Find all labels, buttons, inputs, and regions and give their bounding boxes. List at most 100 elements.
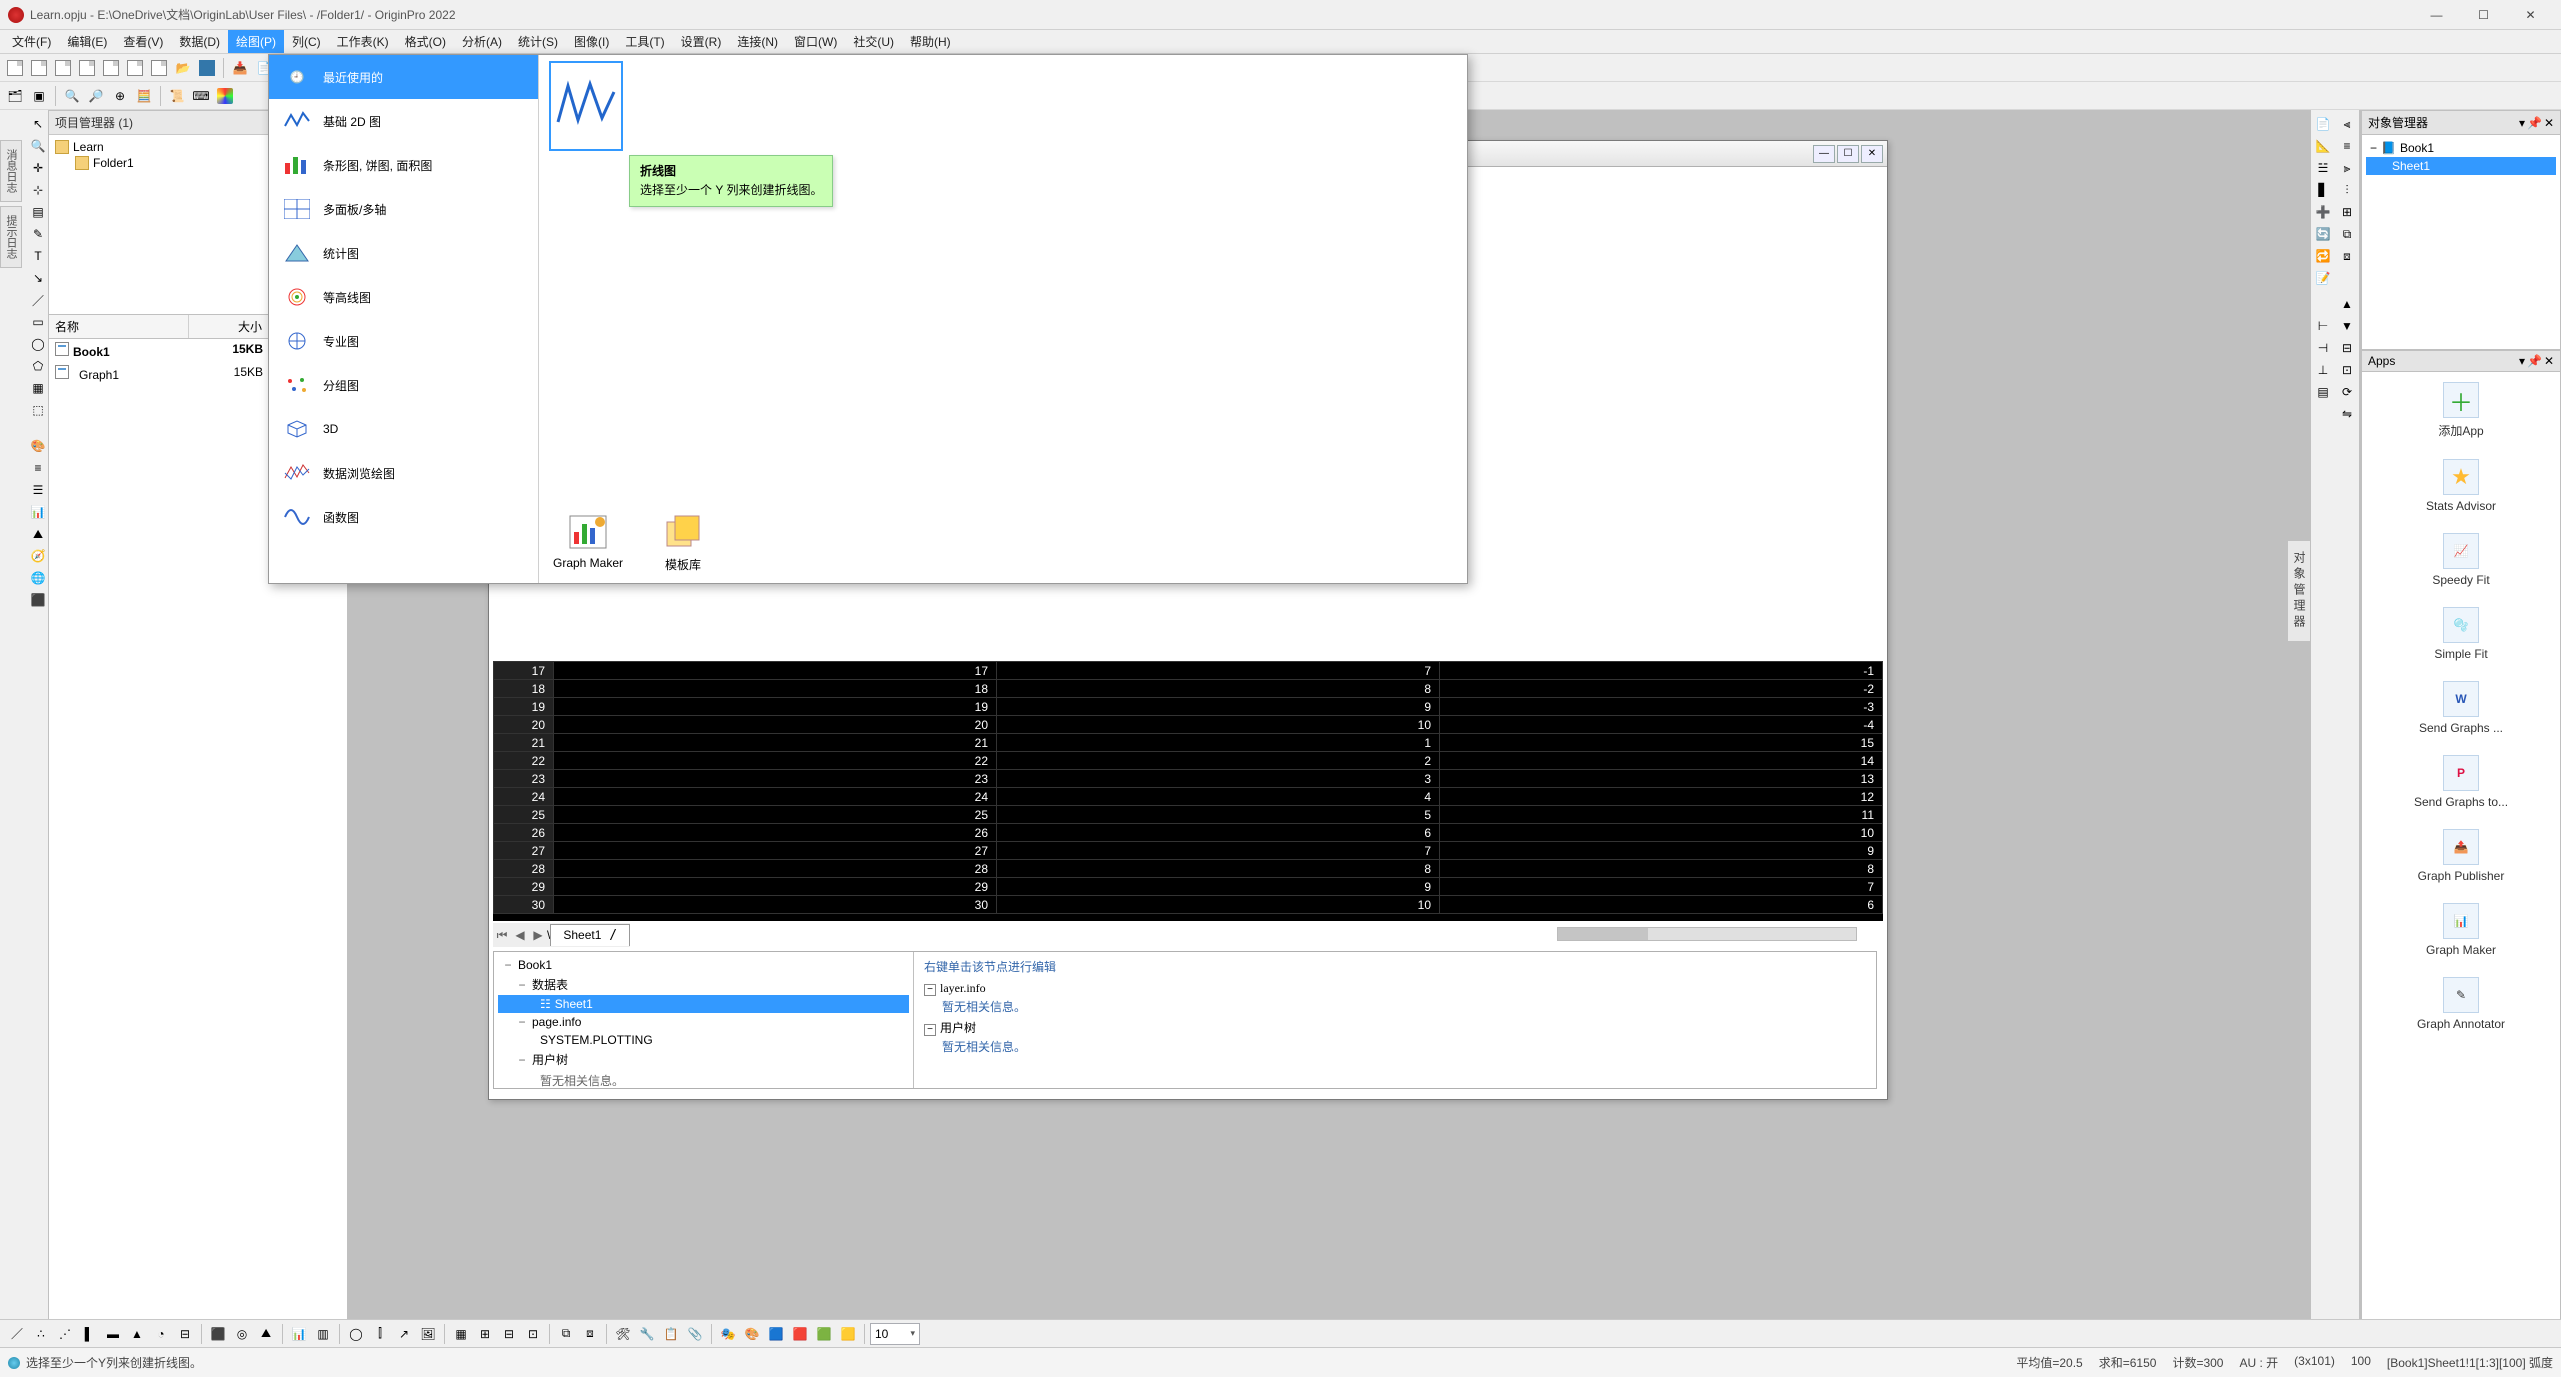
- menu-edit[interactable]: 编辑(E): [59, 30, 115, 53]
- template1-button[interactable]: ▦: [450, 1323, 472, 1345]
- tab-nav-prev[interactable]: ◀: [511, 928, 529, 942]
- zoom-out-button[interactable]: 🔎: [85, 85, 107, 107]
- image-button[interactable]: 🖼: [417, 1323, 439, 1345]
- mask4-button[interactable]: 🟥: [789, 1323, 811, 1345]
- tab-nav-next[interactable]: ▶: [529, 928, 547, 942]
- app-graph-publisher[interactable]: 📤Graph Publisher: [2418, 829, 2505, 883]
- box-plot-button[interactable]: ⊟: [174, 1323, 196, 1345]
- graph-maker-button[interactable]: Graph Maker: [553, 514, 623, 573]
- sub-button[interactable]: ▣: [28, 85, 50, 107]
- axis2-button[interactable]: ⊣: [2313, 338, 2333, 358]
- back-button[interactable]: ▼: [2337, 316, 2357, 336]
- zoom-tool[interactable]: 🔍: [28, 136, 48, 156]
- cell[interactable]: 19: [494, 698, 554, 716]
- cell[interactable]: 4: [997, 788, 1440, 806]
- cell[interactable]: 14: [1440, 752, 1883, 770]
- menu-window[interactable]: 窗口(W): [786, 30, 845, 53]
- 3d-button[interactable]: ⬛: [207, 1323, 229, 1345]
- stat-bar-button[interactable]: 📊: [288, 1323, 310, 1345]
- new-layer-button[interactable]: 📄: [2313, 114, 2333, 134]
- cell[interactable]: 23: [554, 770, 997, 788]
- results-log-tab[interactable]: 提示日志: [0, 206, 22, 268]
- panel-close-icon[interactable]: ✕: [2544, 116, 2554, 130]
- child-minimize-button[interactable]: —: [1813, 145, 1835, 163]
- child-maximize-button[interactable]: ☐: [1837, 145, 1859, 163]
- menu-view[interactable]: 查看(V): [115, 30, 171, 53]
- template3-button[interactable]: ⊟: [498, 1323, 520, 1345]
- rect-tool[interactable]: ▭: [28, 312, 48, 332]
- object-manager-tab[interactable]: 对象管理器: [2287, 540, 2311, 642]
- menu-connect[interactable]: 连接(N): [729, 30, 786, 53]
- plot-cat-grouped[interactable]: 分组图: [269, 363, 538, 407]
- menu-data[interactable]: 数据(D): [171, 30, 228, 53]
- data-reader-button[interactable]: ⊕: [109, 85, 131, 107]
- menu-format[interactable]: 格式(O): [397, 30, 454, 53]
- obj-book1[interactable]: −📘 Book1: [2366, 139, 2556, 157]
- cell[interactable]: 17: [494, 662, 554, 680]
- polygon-tool[interactable]: ⬠: [28, 356, 48, 376]
- cell[interactable]: 20: [554, 716, 997, 734]
- cell[interactable]: 7: [997, 662, 1440, 680]
- panel-dropdown-icon[interactable]: ▾: [2519, 116, 2525, 130]
- line-tool[interactable]: ／: [28, 290, 48, 310]
- app-graph-annotator[interactable]: ✎Graph Annotator: [2417, 977, 2505, 1031]
- new-notes-button[interactable]: [124, 57, 146, 79]
- layer-tool[interactable]: 📊: [28, 502, 48, 522]
- circle-tool[interactable]: ◯: [28, 334, 48, 354]
- zoom-in-button[interactable]: 🔍: [61, 85, 83, 107]
- panel-pin-icon[interactable]: 📌: [2527, 354, 2542, 368]
- new-matrix-button[interactable]: [76, 57, 98, 79]
- rotate-button[interactable]: ⟳: [2337, 382, 2357, 402]
- cell[interactable]: 15: [1440, 734, 1883, 752]
- cell[interactable]: 27: [554, 842, 997, 860]
- app-send-word[interactable]: WSend Graphs ...: [2419, 681, 2503, 735]
- cell[interactable]: 10: [997, 716, 1440, 734]
- hscrollbar[interactable]: [1557, 927, 1857, 941]
- menu-tools[interactable]: 工具(T): [617, 30, 672, 53]
- linescatter-button[interactable]: ⋰: [54, 1323, 76, 1345]
- app-send-ppt[interactable]: PSend Graphs to...: [2414, 755, 2508, 809]
- stock-button[interactable]: ⫿: [369, 1323, 391, 1345]
- plot-cat-basic2d[interactable]: 基础 2D 图: [269, 99, 538, 143]
- calc-button[interactable]: 🧮: [133, 85, 155, 107]
- flip-button[interactable]: ⇋: [2337, 404, 2357, 424]
- recalc-button[interactable]: 🔁: [2313, 246, 2333, 266]
- plot-menu[interactable]: 🕘 最近使用的 基础 2D 图 条形图, 饼图, 面积图 多面板/多轴 统计图 …: [268, 54, 1468, 584]
- mask3-button[interactable]: 🟦: [765, 1323, 787, 1345]
- mask1-button[interactable]: 🎭: [717, 1323, 739, 1345]
- color-manager-button[interactable]: [214, 85, 236, 107]
- tool3-button[interactable]: 📋: [660, 1323, 682, 1345]
- cell[interactable]: 7: [1440, 878, 1883, 896]
- globe-tool[interactable]: 🌐: [28, 568, 48, 588]
- plot-cat-3d[interactable]: 3D: [269, 407, 538, 451]
- arrow-tool[interactable]: ↘: [28, 268, 48, 288]
- cell[interactable]: 24: [554, 788, 997, 806]
- plot-cat-function[interactable]: 函数图: [269, 495, 538, 539]
- org-usertree[interactable]: −用户树: [498, 1049, 909, 1070]
- plot-cat-browser[interactable]: 数据浏览绘图: [269, 451, 538, 495]
- align-center-button[interactable]: ≡: [2337, 136, 2357, 156]
- script-button[interactable]: 📜: [166, 85, 188, 107]
- merge-graph-button[interactable]: ⧉: [555, 1323, 577, 1345]
- maximize-button[interactable]: ☐: [2461, 1, 2506, 29]
- cell[interactable]: 24: [494, 788, 554, 806]
- new-excel-button[interactable]: [100, 57, 122, 79]
- group-button[interactable]: ⧉: [2337, 224, 2357, 244]
- pie-plot-button[interactable]: ◔: [150, 1323, 172, 1345]
- cell[interactable]: -2: [1440, 680, 1883, 698]
- cell[interactable]: 28: [554, 860, 997, 878]
- menu-analysis[interactable]: 分析(A): [454, 30, 510, 53]
- org-systemplotting[interactable]: SYSTEM.PLOTTING: [498, 1031, 909, 1049]
- cell[interactable]: 30: [494, 896, 554, 914]
- new-layout-button[interactable]: [148, 57, 170, 79]
- cell[interactable]: 25: [494, 806, 554, 824]
- annotate-button[interactable]: 📝: [2313, 268, 2333, 288]
- colorbar-button[interactable]: ▋: [2313, 180, 2333, 200]
- plot-cat-specialized[interactable]: 专业图: [269, 319, 538, 363]
- value-combo[interactable]: 10▾: [870, 1323, 920, 1345]
- cell[interactable]: 2: [997, 752, 1440, 770]
- plot-cat-contour[interactable]: 等高线图: [269, 275, 538, 319]
- sheet-tab[interactable]: Sheet1 /: [550, 924, 630, 946]
- mask5-button[interactable]: 🟩: [813, 1323, 835, 1345]
- scatter-plot-button[interactable]: ∴: [30, 1323, 52, 1345]
